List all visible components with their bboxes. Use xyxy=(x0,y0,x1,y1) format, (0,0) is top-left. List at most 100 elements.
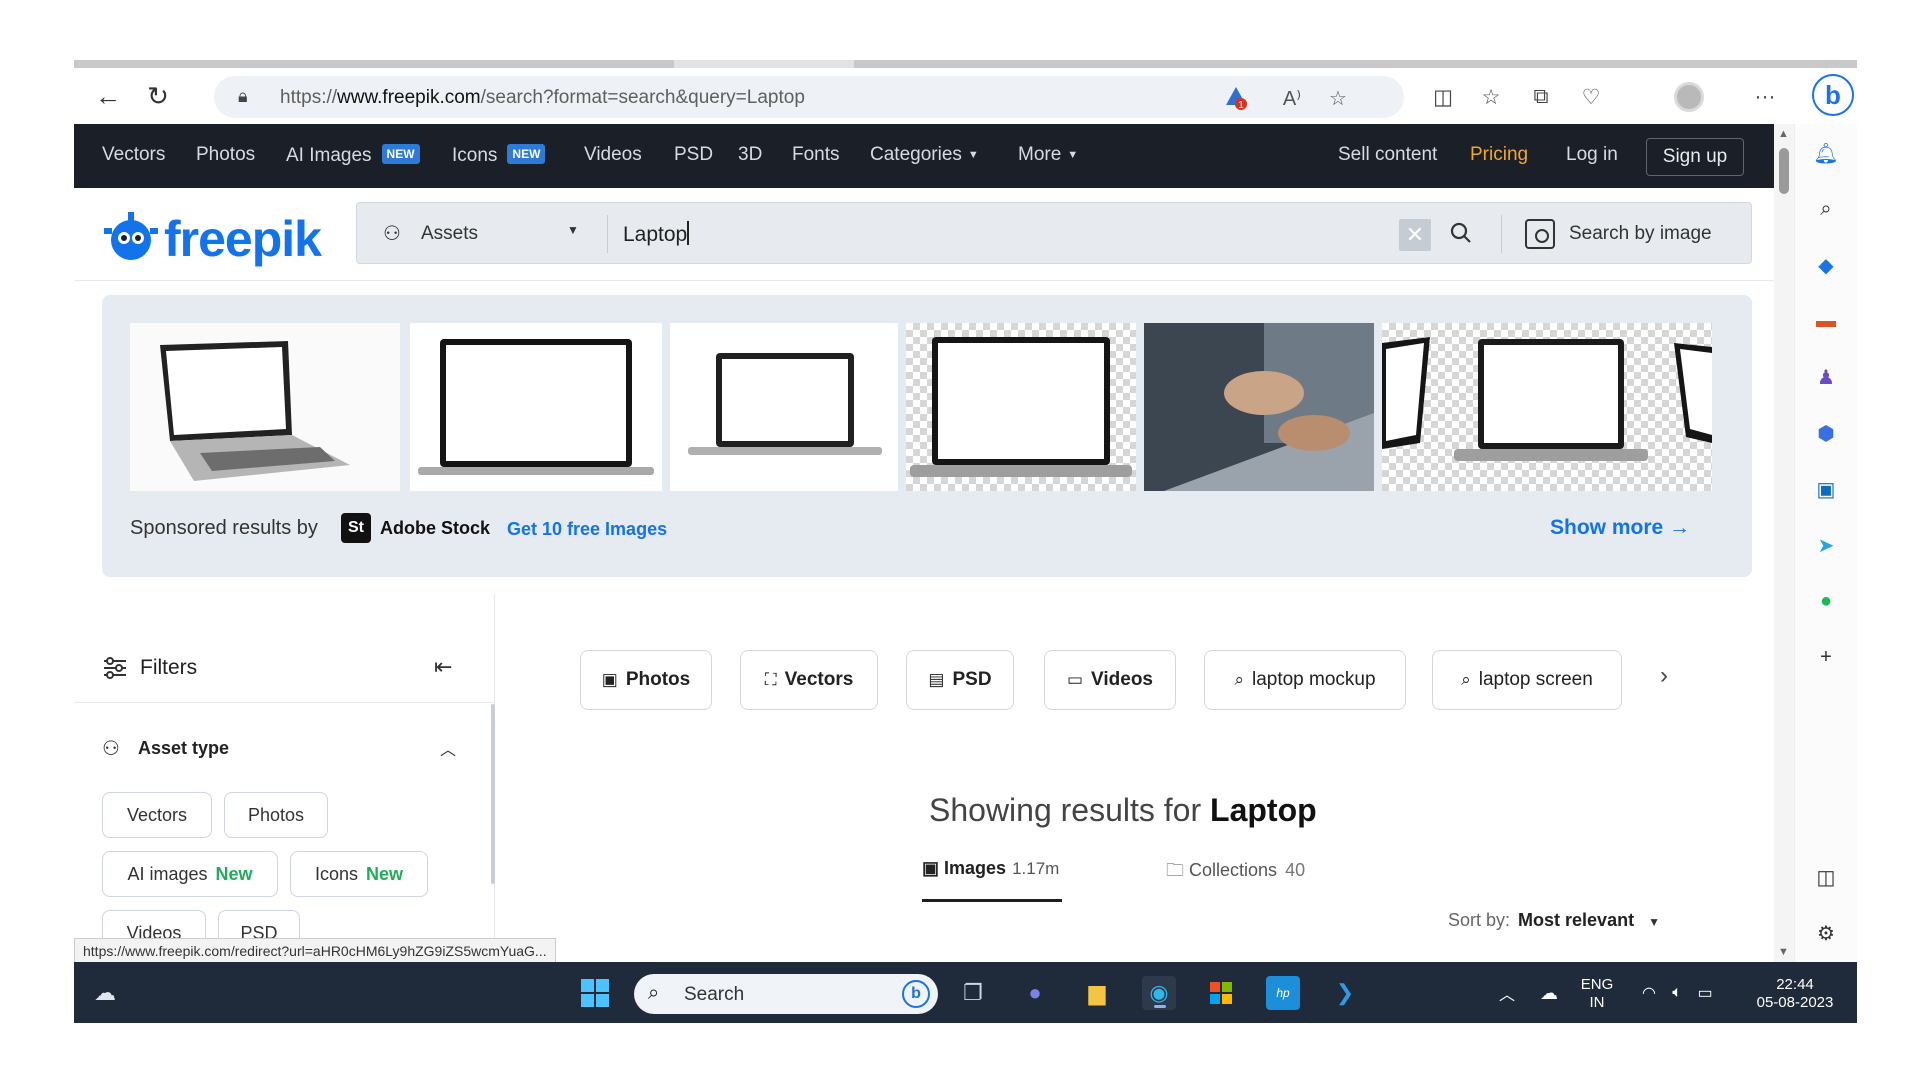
back-arrow-icon[interactable]: ← xyxy=(90,78,126,114)
chevron-right-icon[interactable]: › xyxy=(1660,662,1668,690)
nav-photos[interactable]: Photos xyxy=(196,144,255,166)
free-images-link[interactable]: Get 10 free Images xyxy=(507,519,667,540)
language-indicator[interactable]: ENG IN xyxy=(1572,976,1622,1012)
add-icon[interactable]: + xyxy=(1813,644,1839,670)
nav-categories[interactable]: Categories ▼ xyxy=(870,144,979,166)
nav-ai-images[interactable]: AI Images NEW xyxy=(286,144,420,167)
clock[interactable]: 22:44 05-08-2023 xyxy=(1746,976,1844,1012)
related-chip-videos[interactable]: ▭ Videos xyxy=(1044,650,1176,710)
search-icon[interactable] xyxy=(1445,217,1477,249)
telegram-icon[interactable]: ➤ xyxy=(1813,532,1839,558)
more-options-icon[interactable]: ··· xyxy=(1750,82,1780,112)
new-badge: NEW xyxy=(381,144,420,164)
weather-icon[interactable]: ☁ xyxy=(88,976,122,1010)
url-field[interactable]: 🔒︎ https://www.freepik.com/search?format… xyxy=(214,76,1404,118)
filter-chip-vectors[interactable]: Vectors xyxy=(102,792,212,838)
spotify-icon[interactable]: ● xyxy=(1813,588,1839,614)
sponsored-image-2[interactable] xyxy=(410,323,662,491)
browser-essentials-icon[interactable]: ♡ xyxy=(1576,82,1606,112)
sponsored-image-1[interactable] xyxy=(130,323,400,491)
extension-notification-icon[interactable]: 1 xyxy=(1222,84,1250,112)
search-by-image-button[interactable]: Search by image xyxy=(1569,223,1712,245)
games-icon[interactable]: ♟ xyxy=(1813,364,1839,390)
related-search-laptop-screen[interactable]: ⌕ laptop screen xyxy=(1432,650,1622,710)
outlook-icon[interactable]: ▣ xyxy=(1813,476,1839,502)
task-view-icon[interactable]: ❐ xyxy=(956,976,990,1010)
microsoft-store-icon[interactable] xyxy=(1204,976,1238,1010)
asset-type-heading[interactable]: Asset type xyxy=(138,738,229,759)
settings-gear-icon[interactable]: ⚙ xyxy=(1813,920,1839,946)
asset-scope-dropdown[interactable]: Assets xyxy=(421,223,478,245)
collections-icon[interactable]: ⧉ xyxy=(1526,82,1556,112)
bing-copilot-icon[interactable]: b xyxy=(1812,74,1854,116)
show-more-link[interactable]: Show more → xyxy=(1550,516,1690,540)
arrow-right-icon: → xyxy=(1669,516,1691,539)
sidebar-toggle-icon[interactable]: ◫ xyxy=(1813,864,1839,890)
search-input[interactable]: Laptop xyxy=(623,221,690,247)
chevron-up-icon[interactable]: ︿ xyxy=(440,736,456,760)
tab-inactive-right[interactable] xyxy=(854,60,1857,68)
myhp-icon[interactable]: hp xyxy=(1266,976,1300,1010)
nav-videos[interactable]: Videos xyxy=(584,144,642,166)
favorite-star-icon[interactable]: ☆ xyxy=(1324,84,1352,112)
collapse-filters-icon[interactable]: ⇤ xyxy=(434,654,452,680)
nav-psd[interactable]: PSD xyxy=(674,144,713,166)
teams-chat-icon[interactable]: ● xyxy=(1018,976,1052,1010)
nav-more[interactable]: More ▼ xyxy=(1018,144,1078,166)
sidebar-scrollbar[interactable] xyxy=(491,704,495,884)
search-icon[interactable]: ⌕ xyxy=(1813,196,1839,222)
toolbox-icon[interactable]: ▬ xyxy=(1813,308,1839,334)
sponsored-image-3[interactable] xyxy=(670,323,898,491)
page-scrollbar[interactable]: ▲ ▼ xyxy=(1774,124,1794,962)
vscode-icon[interactable]: ❯ xyxy=(1328,976,1362,1010)
taskbar-search[interactable]: ⌕ Search b xyxy=(634,974,938,1014)
image-search-icon[interactable] xyxy=(1525,219,1555,249)
scroll-down-icon[interactable]: ▼ xyxy=(1778,946,1789,958)
lock-icon[interactable]: 🔒︎ xyxy=(238,86,260,108)
related-chip-photos[interactable]: ▣ Photos xyxy=(580,650,712,710)
tab-collections[interactable]: 🗀 Collections 40 xyxy=(1166,858,1305,888)
clear-search-button[interactable]: ✕ xyxy=(1399,219,1431,251)
filter-chip-icons[interactable]: Icons New xyxy=(290,851,428,897)
related-chip-vectors[interactable]: ⛶ Vectors xyxy=(740,650,878,710)
nav-pricing[interactable]: Pricing xyxy=(1470,144,1528,166)
signup-button[interactable]: Sign up xyxy=(1646,138,1744,176)
login-link[interactable]: Log in xyxy=(1566,144,1618,166)
region-code: IN xyxy=(1589,994,1605,1011)
split-screen-icon[interactable]: ◫ xyxy=(1428,82,1458,112)
filter-chip-ai-images[interactable]: AI images New xyxy=(102,851,278,897)
nav-vectors[interactable]: Vectors xyxy=(102,144,165,166)
chevron-down-icon[interactable]: ▼ xyxy=(567,223,579,237)
edge-browser-icon[interactable]: ◉ xyxy=(1142,976,1176,1010)
battery-icon[interactable]: ▭ xyxy=(1688,976,1722,1010)
refresh-icon[interactable]: ↻ xyxy=(140,78,176,114)
favorites-icon[interactable]: ☆ xyxy=(1476,82,1506,112)
related-search-laptop-mockup[interactable]: ⌕ laptop mockup xyxy=(1204,650,1406,710)
freepik-logo[interactable]: freepik xyxy=(102,204,332,268)
filter-chip-photos[interactable]: Photos xyxy=(224,792,328,838)
tab-images[interactable]: ▣ Images 1.17m xyxy=(922,858,1062,902)
nav-more-label: More xyxy=(1018,144,1062,165)
sort-dropdown[interactable]: Sort by: Most relevant ▼ xyxy=(1448,910,1660,931)
onedrive-offline-icon[interactable]: ☁ xyxy=(1532,976,1566,1010)
read-aloud-icon[interactable]: A⁾ xyxy=(1278,84,1306,112)
nav-3d[interactable]: 3D xyxy=(738,144,762,166)
related-chip-psd[interactable]: ▤ PSD xyxy=(906,650,1014,710)
file-explorer-icon[interactable]: ▆ xyxy=(1080,976,1114,1010)
shopping-tag-icon[interactable]: ◆ xyxy=(1813,252,1839,278)
nav-sell-content[interactable]: Sell content xyxy=(1338,144,1437,166)
profile-avatar[interactable] xyxy=(1674,82,1704,112)
scrollbar-thumb[interactable] xyxy=(1779,148,1789,194)
scroll-up-icon[interactable]: ▲ xyxy=(1778,128,1789,140)
chevron-up-icon[interactable]: ︿ xyxy=(1490,976,1524,1010)
url-text[interactable]: https://www.freepik.com/search?format=se… xyxy=(280,87,805,109)
sponsored-image-5[interactable] xyxy=(1144,323,1374,491)
nav-icons[interactable]: Icons NEW xyxy=(452,144,546,167)
sponsored-image-6[interactable] xyxy=(1382,323,1712,491)
bell-icon[interactable]: 🔔︎ xyxy=(1813,140,1839,166)
microsoft-365-icon[interactable]: ⬢ xyxy=(1813,420,1839,446)
tab-inactive-left[interactable] xyxy=(74,60,674,68)
windows-start-icon[interactable] xyxy=(578,976,612,1010)
sponsored-image-4[interactable] xyxy=(906,323,1136,491)
nav-fonts[interactable]: Fonts xyxy=(792,144,840,166)
